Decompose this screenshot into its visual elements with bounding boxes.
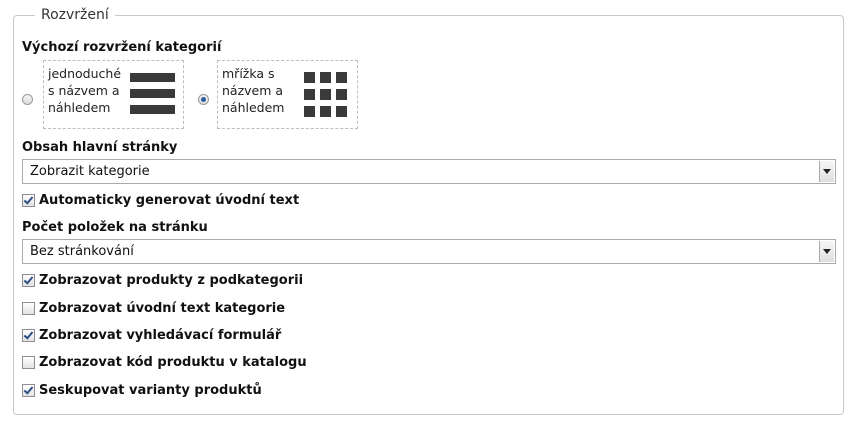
items-per-page-value: Bez stránkování bbox=[30, 244, 134, 259]
main-page-content-value: Zobrazit kategorie bbox=[30, 164, 150, 179]
auto-intro-label: Automaticky generovat úvodní text bbox=[39, 193, 300, 208]
items-per-page-select[interactable]: Bez stránkování bbox=[22, 239, 836, 264]
layout-option-simple[interactable]: jednoduché s názvem a náhledem bbox=[43, 60, 184, 129]
show-subcategory-products-label: Zobrazovat produkty z podkategorii bbox=[39, 273, 304, 288]
chevron-down-icon[interactable] bbox=[819, 241, 834, 262]
fieldset-legend: Rozvržení bbox=[35, 6, 115, 24]
show-search-form-checkbox[interactable] bbox=[22, 329, 35, 342]
group-product-variants-checkbox[interactable] bbox=[22, 384, 35, 397]
show-product-code-label: Zobrazovat kód produktu v katalogu bbox=[39, 355, 307, 370]
main-page-content-label: Obsah hlavní stránky bbox=[22, 140, 178, 155]
show-subcategory-products-checkbox[interactable] bbox=[22, 274, 35, 287]
radio-layout-grid[interactable] bbox=[198, 94, 209, 105]
show-search-form-label: Zobrazovat vyhledávací formulář bbox=[39, 328, 282, 343]
chevron-down-icon[interactable] bbox=[819, 161, 834, 182]
layout-option-grid[interactable]: mřížka s názvem a náhledem bbox=[217, 60, 358, 129]
show-category-intro-checkbox[interactable] bbox=[22, 302, 35, 315]
grid-layout-icon bbox=[304, 72, 349, 117]
items-per-page-label: Počet položek na stránku bbox=[22, 220, 208, 235]
group-product-variants-label: Seskupovat varianty produktů bbox=[39, 383, 262, 398]
layout-option-grid-label: mřížka s názvem a náhledem bbox=[222, 66, 285, 115]
auto-intro-checkbox[interactable] bbox=[22, 194, 35, 207]
layout-option-simple-label: jednoduché s názvem a náhledem bbox=[48, 66, 122, 115]
category-layout-label: Výchozí rozvržení kategorií bbox=[22, 40, 222, 55]
show-category-intro-label: Zobrazovat úvodní text kategorie bbox=[39, 301, 286, 316]
show-product-code-checkbox[interactable] bbox=[22, 356, 35, 369]
list-layout-icon bbox=[130, 73, 175, 118]
radio-layout-simple[interactable] bbox=[22, 94, 33, 105]
main-page-content-select[interactable]: Zobrazit kategorie bbox=[22, 159, 836, 184]
